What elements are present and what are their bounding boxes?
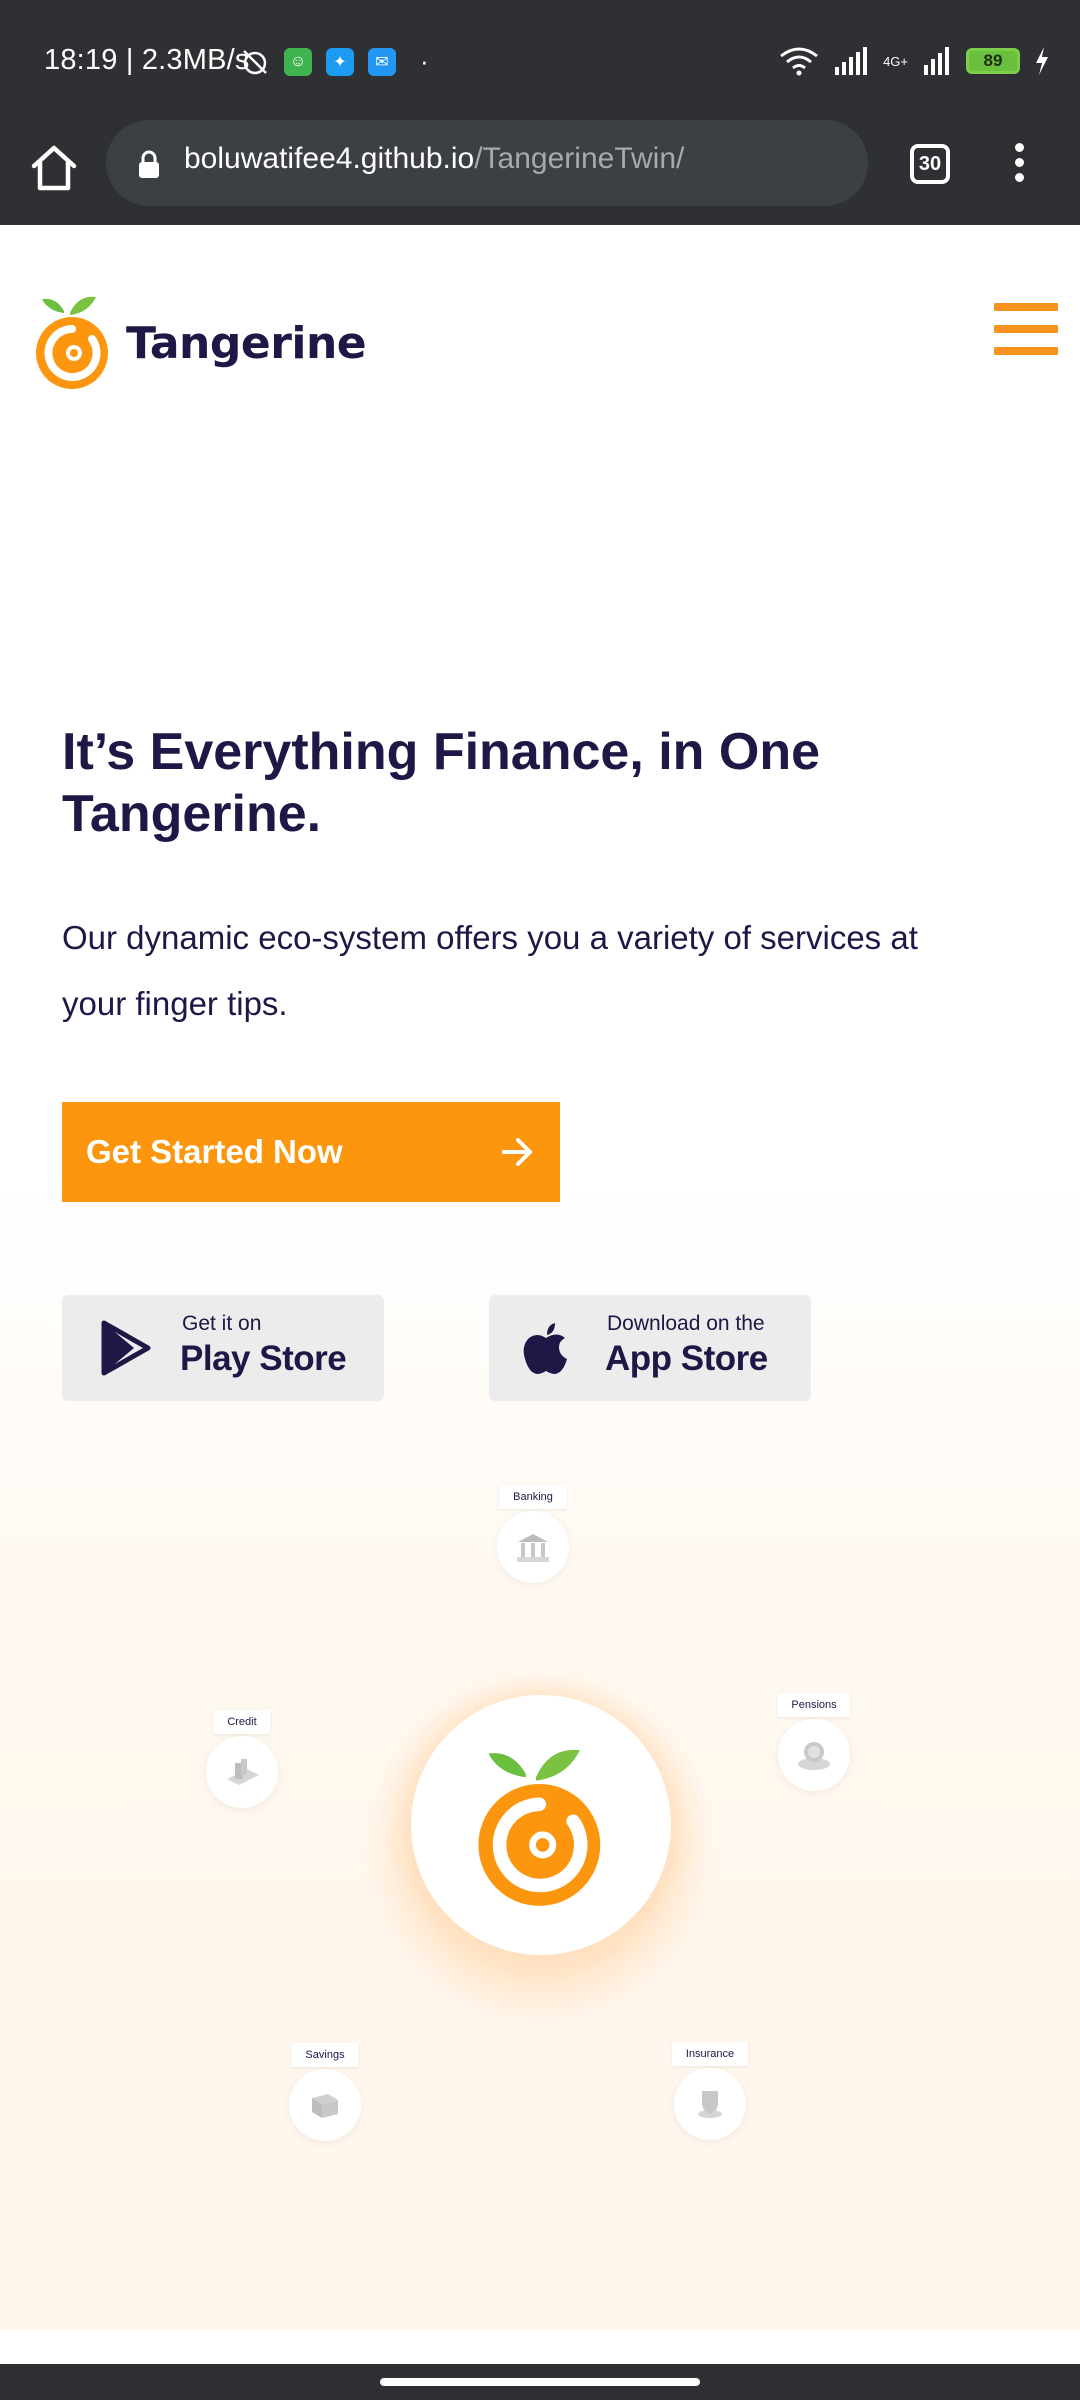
- url-path: /TangerineTwin/: [474, 142, 685, 175]
- wifi-icon: [780, 47, 818, 76]
- bank-icon: [497, 1511, 569, 1583]
- hero-title: It’s Everything Finance, in One Tangerin…: [62, 723, 821, 843]
- credit-card-icon: [206, 1736, 278, 1808]
- twitter-icon: ✦: [326, 47, 354, 76]
- url-host: boluwatifee4.github.io: [184, 142, 475, 175]
- service-savings-label: Savings: [291, 2043, 359, 2067]
- browser-toolbar: boluwatifee4.github.io/TangerineTwin/ 30: [0, 120, 1080, 225]
- savings-box-icon: [289, 2069, 361, 2141]
- signal-icon: [835, 47, 868, 75]
- tangerine-logo-icon: [36, 296, 108, 389]
- tab-switcher-button[interactable]: 30: [910, 144, 950, 184]
- brand-name: Tangerine: [126, 317, 367, 369]
- home-icon[interactable]: [28, 142, 80, 194]
- app-notification-icon: ☺: [284, 47, 312, 76]
- app-store-big-label: App Store: [605, 1339, 768, 1378]
- service-credit-label: Credit: [213, 1710, 271, 1734]
- get-started-label: Get Started Now: [86, 1133, 343, 1170]
- status-time-and-speed: 18:19 | 2.3MB/s: [44, 44, 250, 76]
- app-store-button[interactable]: Download on the App Store: [489, 1295, 811, 1401]
- brand-logo[interactable]: Tangerine: [34, 293, 367, 393]
- service-insurance-label: Insurance: [671, 2042, 749, 2066]
- apple-icon: [523, 1323, 567, 1374]
- service-banking-label: Banking: [499, 1485, 567, 1509]
- message-icon: ✉: [368, 47, 396, 76]
- more-notifications-dot: ·: [420, 46, 429, 76]
- play-store-icon: [101, 1320, 151, 1376]
- pension-coins-icon: [778, 1719, 850, 1791]
- ecosystem-center: [411, 1695, 671, 1955]
- signal-icon-2: [924, 47, 949, 75]
- network-type-label: 4G+: [883, 53, 908, 69]
- charging-icon: [1036, 47, 1048, 75]
- app-store-small-label: Download on the: [607, 1312, 765, 1335]
- hero-subtitle: Our dynamic eco-system offers you a vari…: [62, 919, 918, 1022]
- status-bar: 18:19 | 2.3MB/s ☺ ✦ ✉ · 4G+ 89: [0, 0, 1080, 120]
- tangerine-logo-icon-large: [478, 1749, 601, 1906]
- lock-icon: [139, 150, 159, 178]
- address-bar[interactable]: boluwatifee4.github.io/TangerineTwin/: [106, 120, 868, 206]
- url-text[interactable]: boluwatifee4.github.io/TangerineTwin/: [184, 142, 684, 176]
- get-started-button[interactable]: Get Started Now: [62, 1102, 560, 1202]
- battery-indicator: 89: [966, 48, 1020, 74]
- play-store-button[interactable]: Get it on Play Store: [62, 1295, 384, 1401]
- play-store-big-label: Play Store: [180, 1339, 347, 1378]
- insurance-shield-icon: [674, 2068, 746, 2140]
- system-navigation-bar: [0, 2364, 1080, 2400]
- browser-menu-icon[interactable]: [1004, 138, 1034, 192]
- arrow-right-icon: [502, 1138, 532, 1166]
- status-notification-icons: ☺ ✦ ✉ ·: [240, 46, 429, 77]
- play-store-small-label: Get it on: [182, 1312, 262, 1335]
- gesture-handle[interactable]: [380, 2378, 700, 2386]
- web-page: Tangerine It’s Everything Finance, in On…: [0, 225, 1080, 2330]
- status-system-icons: 4G+ 89: [779, 46, 1050, 76]
- hamburger-menu-icon[interactable]: [994, 303, 1058, 363]
- service-pensions-label: Pensions: [777, 1693, 851, 1717]
- alarm-off-icon: [243, 49, 267, 74]
